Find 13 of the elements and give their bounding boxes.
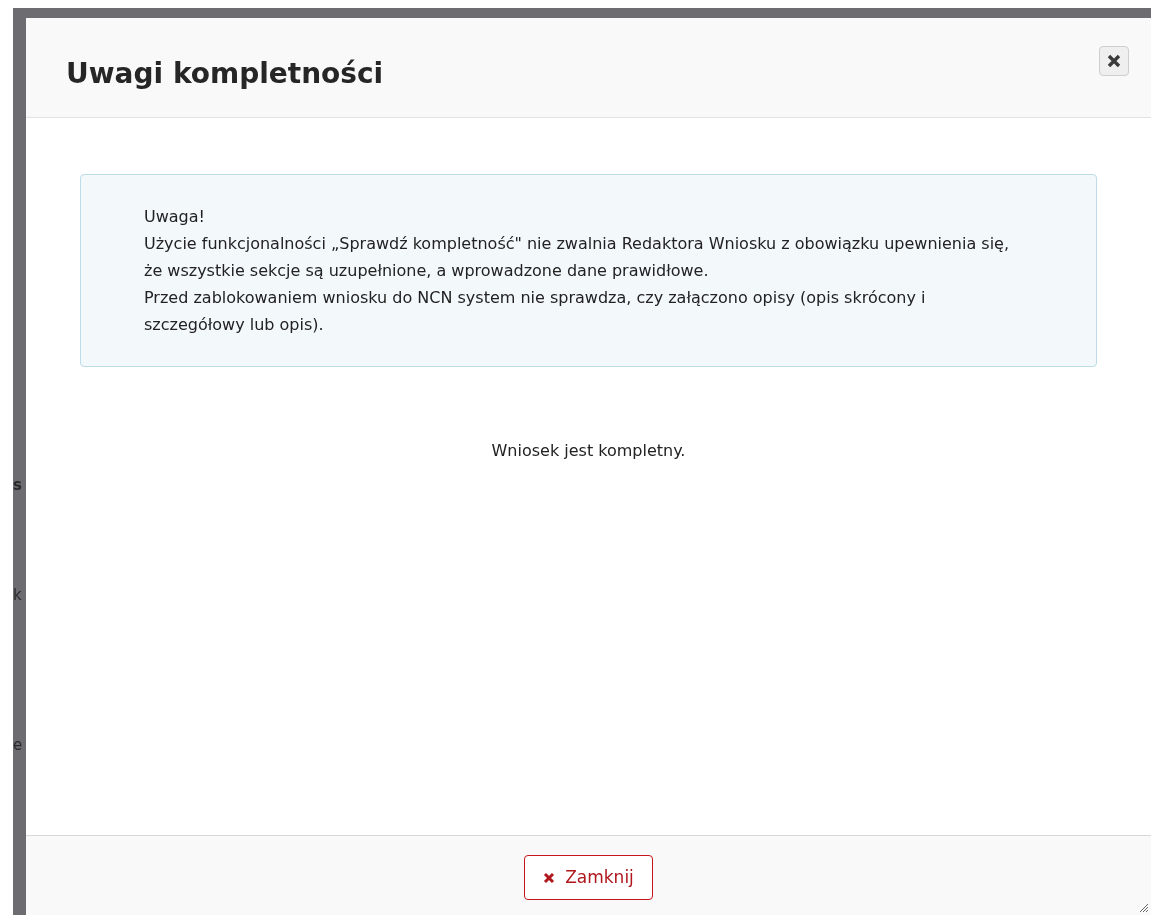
notice-heading: Uwaga! — [144, 206, 206, 228]
notice-text: Użycie funkcjonalności „Sprawdź kompletność" nie zwalnia Redaktora Wniosku z obowiązku upewnienia się, że wszystkie sekcje są uzupełnione, a wprowadzone dane prawidłowe. — [144, 233, 1010, 282]
close-button[interactable]: Zamknij — [524, 855, 653, 900]
close-icon — [543, 871, 556, 884]
close-icon — [1107, 54, 1121, 68]
close-button[interactable] — [1099, 46, 1129, 76]
background-text: e — [13, 738, 23, 753]
background-text: s — [13, 478, 22, 493]
dialog-title: Uwagi kompletności — [66, 56, 384, 92]
resize-grip-icon — [1139, 903, 1149, 913]
result-text: Wniosek jest kompletny. — [490, 440, 687, 462]
notice-text: Przed zablokowaniem wniosku do NCN system nie sprawdza, czy załączono opisy (opis skrócony i szczegółowy lub opis). — [144, 287, 927, 336]
background-text: k — [13, 588, 22, 603]
